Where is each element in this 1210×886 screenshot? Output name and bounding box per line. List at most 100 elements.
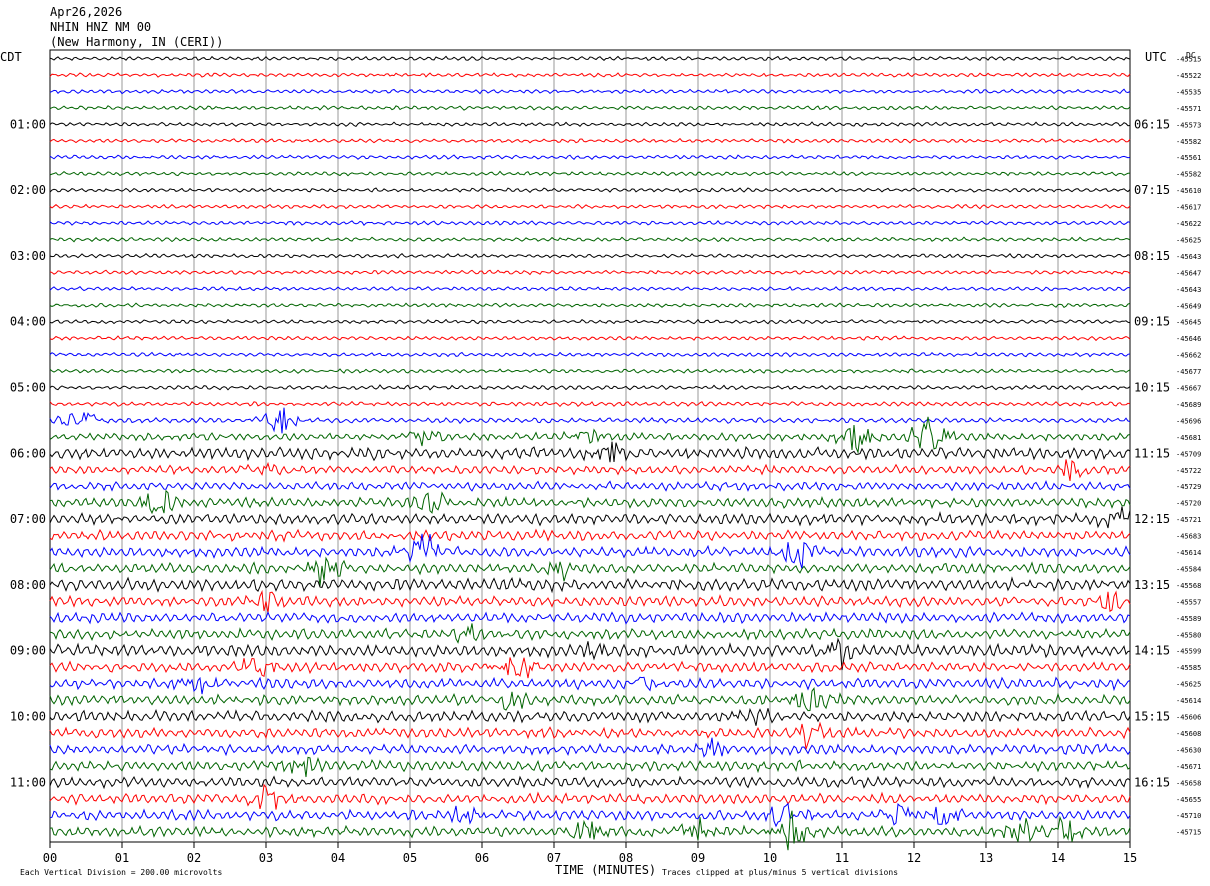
row-offset-label: -45580 [1176, 631, 1201, 639]
plot-frame [49, 49, 1131, 843]
row-offset-label: -45614 [1176, 697, 1201, 705]
trace-row-29 [49, 528, 1131, 543]
right-hour-label: 15:15 [1134, 710, 1170, 724]
trace-row-1 [49, 72, 1131, 78]
row-offset-label: -45630 [1176, 746, 1201, 754]
x-tick-label: 11 [835, 851, 849, 865]
trace-row-44 [49, 775, 1131, 790]
trace-row-35 [49, 623, 1131, 644]
trace-row-12 [49, 253, 1131, 259]
row-offset-label: -45709 [1176, 450, 1201, 458]
trace-row-30 [49, 533, 1131, 570]
header-location: (New Harmony, IN (CERI)) [50, 35, 223, 49]
row-offset-label: -45622 [1176, 220, 1201, 228]
trace-row-26 [49, 480, 1131, 492]
row-offset-label: -45571 [1176, 105, 1201, 113]
trace-row-46 [49, 802, 1131, 828]
x-tick-label: 10 [763, 851, 777, 865]
trace-row-32 [49, 576, 1131, 594]
row-offset-label: -45683 [1176, 533, 1201, 541]
row-offset-label: -45647 [1176, 269, 1201, 277]
seismic-traces [49, 55, 1131, 851]
row-offset-label: -45667 [1176, 385, 1201, 393]
x-tick-label: 04 [331, 851, 345, 865]
trace-row-43 [49, 756, 1131, 778]
row-offset-label: -45720 [1176, 500, 1201, 508]
row-offset-label: -45568 [1176, 582, 1201, 590]
row-offset-label: -45573 [1176, 121, 1201, 129]
left-hour-label: 04:00 [10, 315, 46, 329]
trace-row-28 [49, 506, 1131, 529]
row-offset-label: -45610 [1176, 187, 1201, 195]
trace-row-19 [49, 368, 1131, 374]
header-date: Apr26,2026 [50, 5, 122, 19]
trace-row-40 [49, 707, 1131, 726]
x-tick-label: 13 [979, 851, 993, 865]
left-hour-label: 08:00 [10, 578, 46, 592]
trace-row-24 [49, 441, 1131, 463]
left-hour-labels: 01:00 02:00 03:00 04:00 05:00 06:00 07:00 08:00… [10, 117, 46, 789]
row-offset-label: -45645 [1176, 319, 1201, 327]
trace-row-23 [49, 416, 1131, 455]
row-offset-label: -45617 [1176, 204, 1201, 212]
trace-row-22 [49, 407, 1131, 434]
row-offset-label: -45655 [1176, 796, 1201, 804]
row-offset-labels: -45515 -45522 -45535 -45571 -45573 -45582 -455… [1176, 56, 1201, 837]
row-offset-label: -45608 [1176, 730, 1201, 738]
row-offset-label: -45646 [1176, 335, 1201, 343]
x-tick-label: 12 [907, 851, 921, 865]
row-offset-label: -45721 [1176, 516, 1201, 524]
row-offset-label: -45715 [1176, 829, 1201, 837]
scale-note: Each Vertical Division = 200.00 microvol… [20, 868, 222, 877]
right-timezone-label: UTC [1145, 50, 1167, 64]
left-hour-label: 07:00 [10, 512, 46, 526]
header-station: NHIN HNZ NM 00 [50, 20, 151, 34]
right-hour-label: 13:15 [1134, 578, 1170, 592]
x-tick-label: 14 [1051, 851, 1065, 865]
row-offset-label: -45606 [1176, 714, 1201, 722]
trace-row-11 [49, 236, 1131, 243]
trace-row-16 [49, 318, 1131, 325]
trace-row-6 [49, 154, 1131, 161]
row-offset-label: -45589 [1176, 615, 1201, 623]
trace-row-7 [49, 170, 1131, 177]
row-offset-label: -45561 [1176, 154, 1201, 162]
x-tick-label: 00 [43, 851, 57, 865]
row-offset-label: -45677 [1176, 368, 1201, 376]
row-offset-label: -45729 [1176, 483, 1201, 491]
trace-row-38 [49, 676, 1131, 695]
x-tick-label: 02 [187, 851, 201, 865]
trace-row-27 [49, 489, 1131, 515]
trace-row-2 [49, 88, 1131, 95]
right-hour-label: 11:15 [1134, 446, 1170, 460]
trace-row-42 [49, 737, 1131, 758]
x-tick-label: 06 [475, 851, 489, 865]
left-hour-label: 09:00 [10, 644, 46, 658]
row-offset-label: -45625 [1176, 236, 1201, 244]
row-offset-label: -45696 [1176, 417, 1201, 425]
x-tick-label: 15 [1123, 851, 1137, 865]
left-hour-label: 02:00 [10, 183, 46, 197]
trace-row-0 [49, 55, 1131, 62]
right-hour-label: 14:15 [1134, 644, 1170, 658]
row-offset-label: -45585 [1176, 664, 1201, 672]
left-hour-label: 10:00 [10, 710, 46, 724]
minute-gridlines [121, 50, 1059, 842]
x-tick-label: 05 [403, 851, 417, 865]
row-offset-label: -45722 [1176, 467, 1201, 475]
row-offset-label: -45658 [1176, 779, 1201, 787]
x-tick-label: 09 [691, 851, 705, 865]
row-offset-label: -45522 [1176, 72, 1201, 80]
row-offset-label: -45515 [1176, 56, 1201, 64]
right-hour-label: 16:15 [1134, 775, 1170, 789]
clip-note: Traces clipped at plus/minus 5 vertical … [662, 868, 898, 877]
row-offset-label: -45535 [1176, 88, 1201, 96]
trace-row-8 [49, 187, 1131, 193]
trace-row-17 [49, 335, 1131, 342]
trace-row-14 [49, 286, 1131, 292]
trace-row-39 [49, 686, 1131, 712]
trace-row-15 [49, 302, 1131, 309]
row-offset-label: -45582 [1176, 138, 1201, 146]
trace-row-34 [49, 611, 1131, 625]
trace-row-3 [49, 105, 1131, 111]
